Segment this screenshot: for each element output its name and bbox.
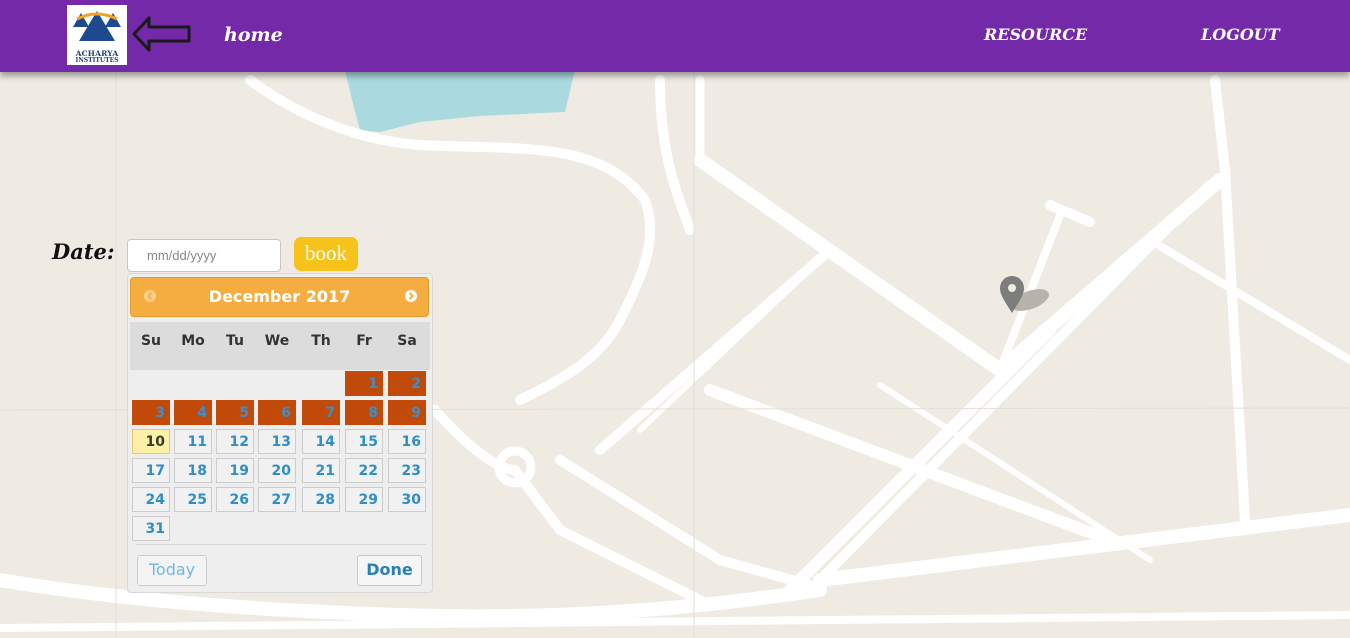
- back-arrow-icon[interactable]: [131, 14, 193, 54]
- nav-logout-link[interactable]: LOGOUT: [1201, 25, 1280, 44]
- datepicker-divider: [136, 544, 426, 545]
- calendar-day[interactable]: 11: [174, 429, 212, 454]
- datepicker-days: 1 2 3 4 5 6 7 8 9 10 11 12 13 14 15 16 17 18 19 20 21 22 23 24 2…: [130, 370, 430, 545]
- datepicker-popup: December 2017 1 2 3 4 5 6 7 8 9 10 11 12 13 14 15 16 17 1…: [127, 273, 433, 593]
- weekday-header: Mo: [181, 333, 205, 349]
- datepicker-header: December 2017: [130, 277, 429, 317]
- calendar-day[interactable]: 13: [258, 429, 296, 454]
- calendar-day[interactable]: 16: [388, 429, 426, 454]
- calendar-day[interactable]: 21: [302, 458, 340, 483]
- weekday-header: Su: [140, 333, 162, 349]
- calendar-day[interactable]: 28: [302, 487, 340, 512]
- weekday-header: Fr: [356, 333, 372, 349]
- calendar-day[interactable]: 27: [258, 487, 296, 512]
- calendar-day[interactable]: 31: [132, 516, 170, 541]
- calendar-day[interactable]: 6: [258, 400, 296, 425]
- calendar-day[interactable]: 4: [174, 400, 212, 425]
- calendar-day[interactable]: 30: [388, 487, 426, 512]
- nav-home-link[interactable]: home: [224, 24, 283, 46]
- acharya-logo[interactable]: ACHARYA INSTITUTES: [67, 5, 127, 65]
- nav-resource-link[interactable]: RESOURCE: [984, 25, 1087, 44]
- calendar-day[interactable]: 25: [174, 487, 212, 512]
- calendar-day[interactable]: 18: [174, 458, 212, 483]
- date-label: Date:: [52, 239, 115, 264]
- calendar-day[interactable]: 8: [345, 400, 383, 425]
- calendar-day[interactable]: 9: [388, 400, 426, 425]
- calendar-day[interactable]: 15: [345, 429, 383, 454]
- weekday-header: Th: [311, 333, 331, 349]
- calendar-day[interactable]: 26: [216, 487, 254, 512]
- done-button[interactable]: Done: [357, 555, 422, 586]
- weekday-header: Sa: [397, 333, 417, 349]
- datepicker-month-title: December 2017: [208, 287, 351, 306]
- calendar-day[interactable]: 5: [216, 400, 254, 425]
- calendar-day[interactable]: 3: [132, 400, 170, 425]
- calendar-day[interactable]: 20: [258, 458, 296, 483]
- chevron-right-icon[interactable]: [405, 290, 417, 302]
- today-button[interactable]: Today: [137, 555, 207, 586]
- calendar-day[interactable]: 1: [345, 371, 383, 396]
- calendar-day[interactable]: 10: [132, 429, 170, 454]
- weekday-header: We: [264, 333, 290, 349]
- logo-text-line2: INSTITUTES: [75, 57, 119, 64]
- date-input[interactable]: [127, 239, 281, 272]
- top-navbar: ACHARYA INSTITUTES home RESOURCE LOGOUT: [0, 0, 1350, 72]
- calendar-day[interactable]: 17: [132, 458, 170, 483]
- calendar-day[interactable]: 22: [345, 458, 383, 483]
- book-button[interactable]: book: [294, 237, 358, 271]
- calendar-day[interactable]: 2: [388, 371, 426, 396]
- datepicker-calendar: 1 2 3 4 5 6 7 8 9 10 11 12 13 14 15 16 17 18 19 20 21 22 23 24 2…: [130, 322, 430, 545]
- calendar-day[interactable]: 7: [302, 400, 340, 425]
- calendar-day[interactable]: 12: [216, 429, 254, 454]
- calendar-day[interactable]: 29: [345, 487, 383, 512]
- calendar-day[interactable]: 19: [216, 458, 254, 483]
- calendar-day[interactable]: 23: [388, 458, 426, 483]
- calendar-day[interactable]: 24: [132, 487, 170, 512]
- weekday-header: Tu: [226, 333, 244, 349]
- calendar-day[interactable]: 14: [302, 429, 340, 454]
